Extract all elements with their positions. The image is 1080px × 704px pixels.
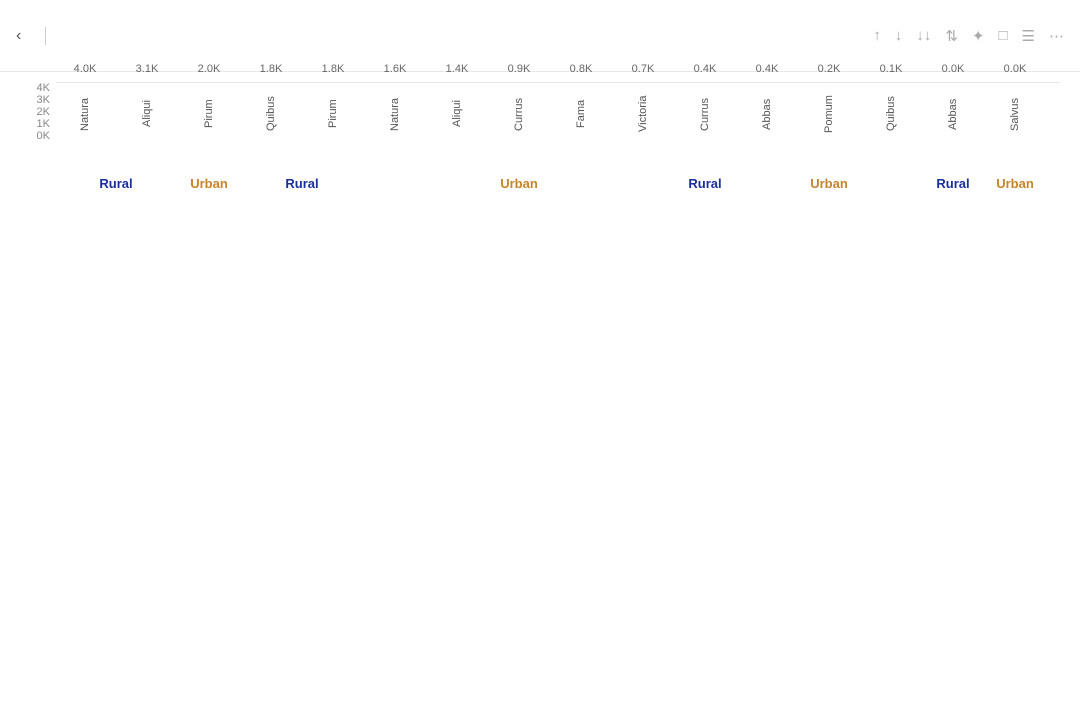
copy-icon[interactable]: □ (998, 27, 1007, 44)
category-label-urban-11: Urban (738, 170, 920, 196)
bar-value-13: 0.1K (880, 63, 903, 75)
bar-label-8: Fama (552, 86, 610, 142)
sort-desc-icon[interactable]: ↓ (895, 27, 903, 44)
chart-container: 4K 3K 2K 1K 0K 4.0KNatura3.1KAliqui2.0KP… (0, 72, 1080, 704)
y-label-1k: 1K (37, 118, 50, 130)
sort-asc-icon[interactable]: ↑ (873, 27, 881, 44)
bar-value-0: 4.0K (74, 63, 97, 75)
category-row: RuralUrbanRuralUrbanRuralUrbanRuralUrban (56, 170, 1060, 196)
bar-value-7: 0.9K (508, 63, 531, 75)
bar-value-6: 1.4K (446, 63, 469, 75)
y-label-3k: 3K (37, 94, 50, 106)
star-icon[interactable]: ✦ (972, 27, 985, 45)
back-button[interactable]: ‹ (16, 27, 46, 45)
bar-value-1: 3.1K (136, 63, 159, 75)
bar-value-8: 0.8K (570, 63, 593, 75)
bar-value-11: 0.4K (756, 63, 779, 75)
bar-label-9: Victoria (614, 86, 672, 142)
toolbar-icons: ↑ ↓ ↓↓ ⇅ ✦ □ ☰ ⋯ (873, 27, 1064, 45)
filter-icon[interactable]: ☰ (1022, 27, 1035, 45)
bar-value-12: 0.2K (818, 63, 841, 75)
bar-label-1: Aliqui (118, 86, 176, 142)
bar-label-3: Quibus (242, 86, 300, 142)
grid-line-3 (56, 82, 1060, 83)
bar-value-5: 1.6K (384, 63, 407, 75)
category-label-urban-2: Urban (180, 170, 238, 196)
more-icon[interactable]: ⋯ (1049, 27, 1064, 45)
bar-value-9: 0.7K (632, 63, 655, 75)
bar-label-7: Currus (490, 86, 548, 142)
bar-label-13: Quibus (862, 86, 920, 142)
bar-value-10: 0.4K (694, 63, 717, 75)
bar-label-2: Pirum (180, 86, 238, 142)
expand-icon[interactable]: ⇅ (945, 27, 958, 45)
bar-label-5: Natura (366, 86, 424, 142)
bars-and-labels: 4.0KNatura3.1KAliqui2.0KPirum1.8KQuibus1… (56, 82, 1060, 196)
bar-label-10: Currus (676, 86, 734, 142)
y-label-0k: 0K (37, 130, 50, 142)
bar-label-6: Aliqui (428, 86, 486, 142)
chevron-left-icon: ‹ (16, 27, 21, 45)
y-label-4k: 4K (37, 82, 50, 94)
bar-value-3: 1.8K (260, 63, 283, 75)
y-axis: 4K 3K 2K 1K 0K (20, 82, 56, 232)
bar-value-2: 2.0K (198, 63, 221, 75)
grid-line-2 (56, 82, 1060, 83)
grid-line-4 (56, 82, 1060, 83)
category-label-urban-5: Urban (366, 170, 672, 196)
bar-label-15: Salvus (986, 86, 1044, 142)
category-label-rural-10: Rural (676, 170, 734, 196)
bar-label-0: Natura (56, 86, 114, 142)
category-label-rural-0: Rural (56, 170, 176, 196)
bar-value-14: 0.0K (942, 63, 965, 75)
grid-line-1 (56, 82, 1060, 83)
bar-value-15: 0.0K (1004, 63, 1027, 75)
bar-label-4: Pirum (304, 86, 362, 142)
bar-value-4: 1.8K (322, 63, 345, 75)
category-label-rural-14: Rural (924, 170, 982, 196)
sort-az-icon[interactable]: ↓↓ (916, 27, 931, 44)
bar-label-14: Abbas (924, 86, 982, 142)
grid-line-0 (56, 82, 1060, 83)
header-left: ‹ (16, 27, 74, 45)
category-label-urban-15: Urban (986, 170, 1044, 196)
category-label-rural-3: Rural (242, 170, 362, 196)
y-label-2k: 2K (37, 106, 50, 118)
bar-label-11: Abbas (738, 86, 796, 142)
bar-label-12: Pomum (800, 86, 858, 142)
header: ‹ ↑ ↓ ↓↓ ⇅ ✦ □ ☰ ⋯ (0, 0, 1080, 72)
